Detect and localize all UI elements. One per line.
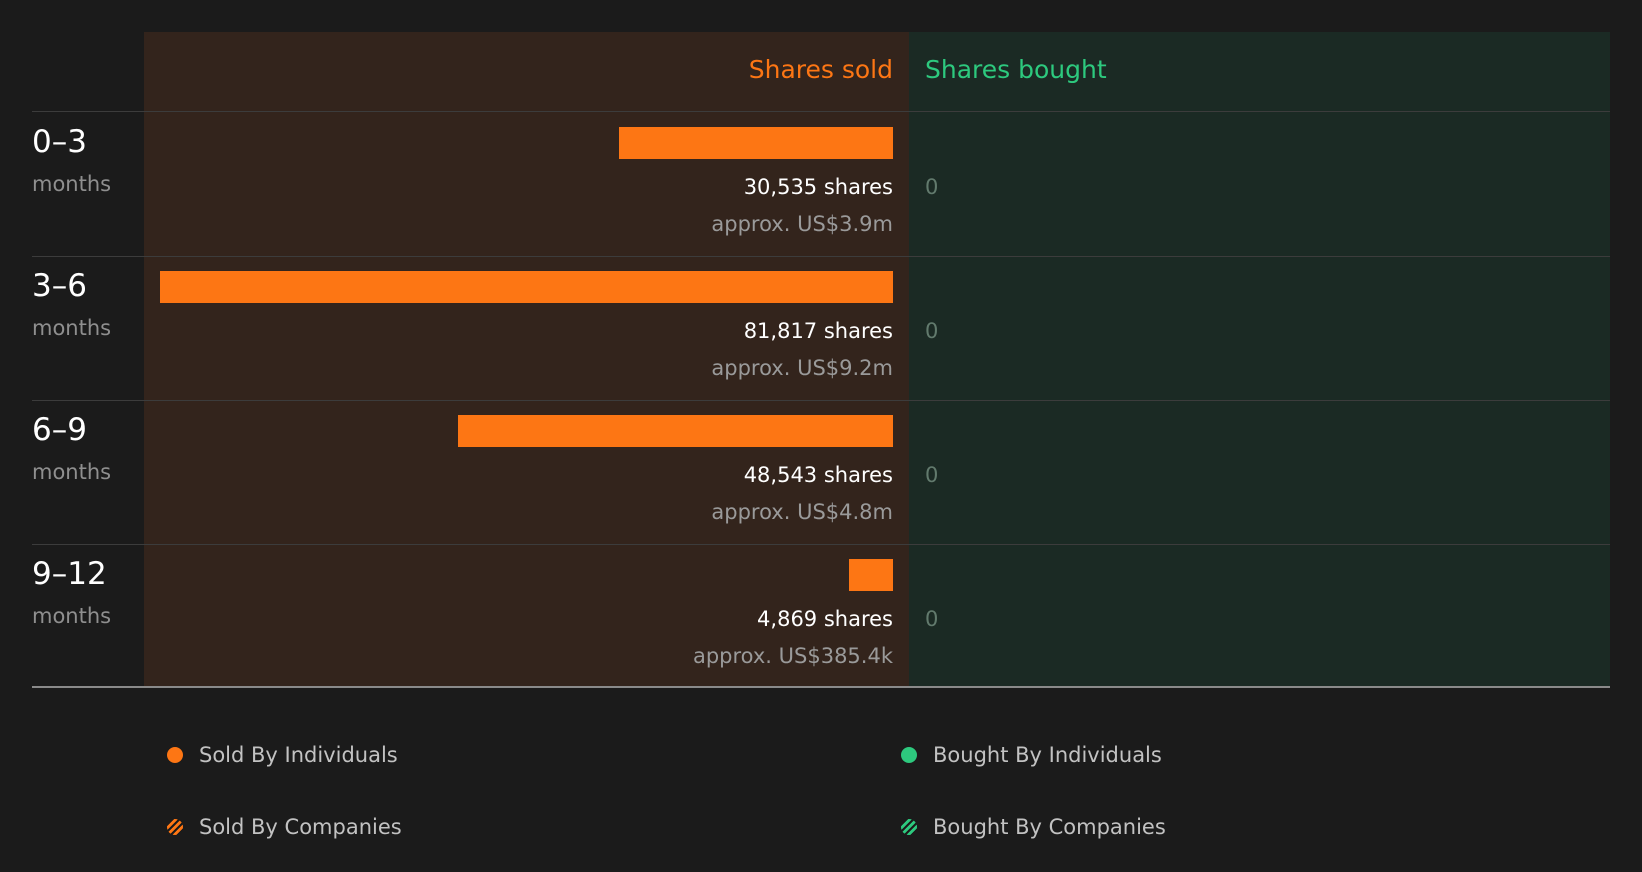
sold-bar: [849, 559, 893, 591]
legend-label: Bought By Individuals: [933, 743, 1162, 767]
period-unit: months: [32, 604, 112, 628]
legend-bought-companies[interactable]: Bought By Companies: [901, 815, 1166, 839]
header-shares-sold: Shares sold: [748, 55, 893, 84]
sold-value-label: approx. US$4.8m: [711, 500, 893, 524]
bought-shares-label: 0: [925, 175, 939, 199]
solid-orange-dot-icon: [167, 747, 183, 763]
legend-sold-individuals[interactable]: Sold By Individuals: [167, 743, 398, 767]
legend-label: Sold By Individuals: [199, 743, 398, 767]
row-period-0: 0–3 months 30,535 shares approx. US$3.9m…: [0, 112, 1642, 256]
period-label: 0–3: [32, 124, 87, 160]
chart-baseline: [32, 686, 1610, 688]
row-period-3: 9–12 months 4,869 shares approx. US$385.…: [0, 544, 1642, 688]
period-label: 6–9: [32, 412, 87, 448]
period-label: 3–6: [32, 268, 87, 304]
sold-bar: [458, 415, 893, 447]
period-unit: months: [32, 460, 112, 484]
bought-shares-label: 0: [925, 319, 939, 343]
header-shares-bought: Shares bought: [925, 55, 1107, 84]
solid-green-dot-icon: [901, 747, 917, 763]
row-period-2: 6–9 months 48,543 shares approx. US$4.8m…: [0, 400, 1642, 544]
row-period-1: 3–6 months 81,817 shares approx. US$9.2m…: [0, 256, 1642, 400]
hatched-orange-dot-icon: [167, 819, 183, 835]
sold-value-label: approx. US$385.4k: [692, 644, 893, 668]
sold-value-label: approx. US$3.9m: [711, 212, 893, 236]
sold-value-label: approx. US$9.2m: [711, 356, 893, 380]
sold-shares-label: 4,869 shares: [757, 607, 893, 631]
sold-shares-label: 48,543 shares: [743, 463, 893, 487]
sold-bar: [160, 271, 893, 303]
period-unit: months: [32, 316, 112, 340]
period-unit: months: [32, 172, 112, 196]
bought-shares-label: 0: [925, 607, 939, 631]
sold-bar: [619, 127, 893, 159]
period-label: 9–12: [32, 556, 107, 592]
bought-shares-label: 0: [925, 463, 939, 487]
legend-bought-individuals[interactable]: Bought By Individuals: [901, 743, 1162, 767]
legend-label: Sold By Companies: [199, 815, 402, 839]
sold-shares-label: 81,817 shares: [743, 319, 893, 343]
hatched-green-dot-icon: [901, 819, 917, 835]
legend-sold-companies[interactable]: Sold By Companies: [167, 815, 402, 839]
legend-label: Bought By Companies: [933, 815, 1166, 839]
sold-shares-label: 30,535 shares: [743, 175, 893, 199]
